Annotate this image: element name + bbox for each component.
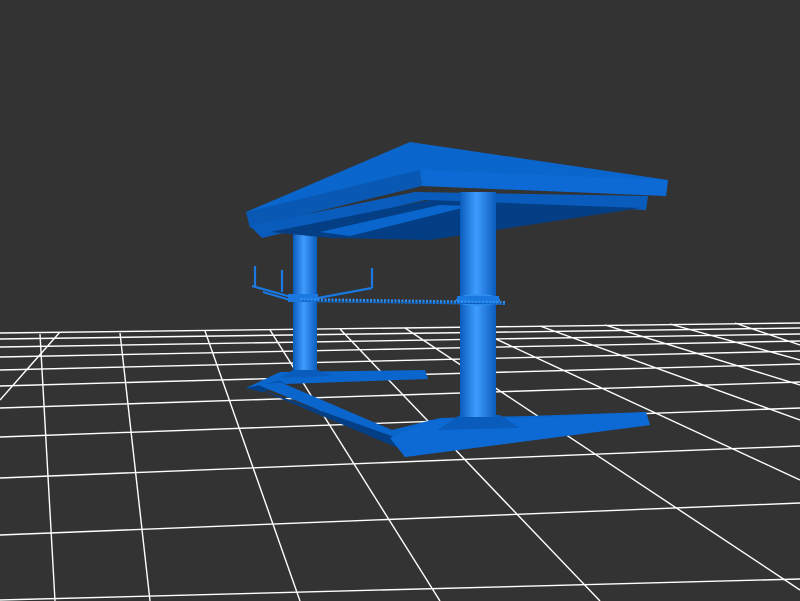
3d-viewport[interactable] — [0, 0, 800, 601]
